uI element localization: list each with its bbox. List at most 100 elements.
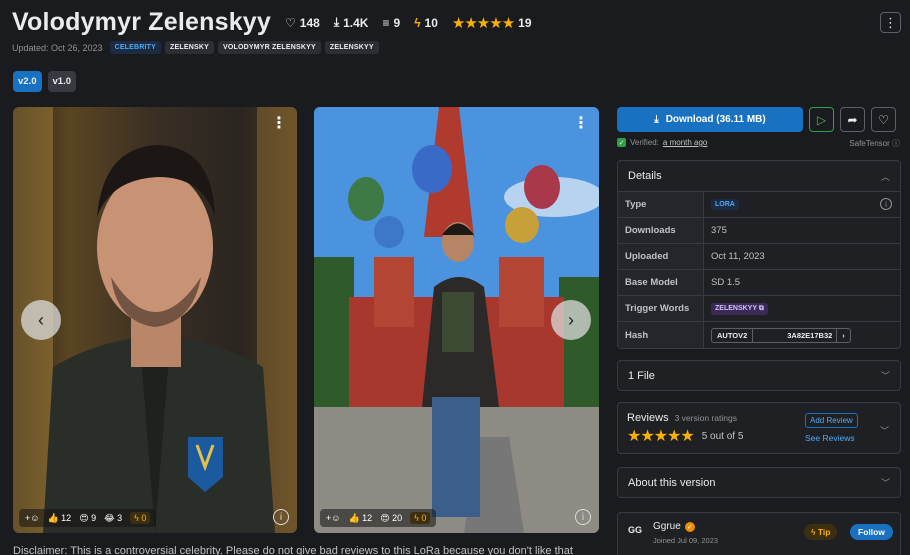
download-icon: ⤓ <box>333 15 340 29</box>
image-info-icon[interactable]: i <box>273 509 289 525</box>
detail-row-uploaded: Uploaded Oct 11, 2023 <box>618 244 900 270</box>
copy-icon: ⧉ <box>758 304 764 312</box>
likes-stat[interactable]: ♡ 148 <box>285 16 320 30</box>
chevron-up-icon: ︿ <box>880 171 890 182</box>
run-button[interactable]: ▷ <box>809 107 834 132</box>
more-menu-button[interactable]: ⋮ <box>880 12 901 33</box>
chevron-down-icon: ﹀ <box>880 371 890 381</box>
image-menu-icon[interactable]: ⋮ <box>271 113 287 133</box>
add-reaction-icon[interactable]: +☺ <box>326 513 340 523</box>
chevron-right-icon: › <box>568 309 574 330</box>
details-title: Details <box>628 170 662 182</box>
rating-stat[interactable]: ★★★★★ 19 <box>452 14 532 32</box>
info-icon[interactable]: i <box>880 198 892 210</box>
add-reaction-icon[interactable]: +☺ <box>25 513 39 523</box>
downloads-stat: ⤓ 1.4K <box>334 15 369 30</box>
help-icon[interactable]: ⓘ <box>892 139 900 148</box>
trigger-word-badge[interactable]: ZELENSKYY ⧉ <box>711 302 768 315</box>
likes-count: 148 <box>299 15 320 30</box>
detail-row-trigger-words: Trigger Words ZELENSKYY ⧉ <box>618 296 900 322</box>
heart-reaction[interactable]: 😍 20 <box>380 513 402 524</box>
image-info-icon[interactable]: i <box>575 509 591 525</box>
meta-row: Updated: Oct 26, 2023 CELEBRITY ZELENSKY… <box>12 41 379 54</box>
follow-button[interactable]: Follow <box>850 524 893 540</box>
chevron-right-icon[interactable]: › <box>836 328 850 342</box>
share-icon: ➦ <box>847 112 858 127</box>
tag-celebrity[interactable]: CELEBRITY <box>109 41 162 54</box>
buzz-reaction-count: 0 <box>421 513 427 523</box>
heart-icon: ♡ <box>285 15 296 30</box>
download-icon: ⤓ <box>654 114 659 125</box>
collections-count: 9 <box>393 15 401 30</box>
tag-zelenskyy[interactable]: ZELENSKYY <box>324 41 379 54</box>
trigger-word: ZELENSKYY <box>715 304 757 312</box>
rating-stars-icon: ★★★★★ <box>451 14 515 32</box>
rating-score: 5 out of 5 <box>701 430 744 442</box>
reviews-panel: Reviews 3 version ratings ★★★★★ 5 out of 5… <box>617 402 901 454</box>
type-badge: LORA <box>711 199 739 210</box>
thumbs-up-count: 12 <box>61 512 72 523</box>
share-button[interactable]: ➦ <box>840 107 865 132</box>
chevron-down-icon[interactable]: ﹀ <box>880 424 889 437</box>
download-label: Download (36.11 MB) <box>665 114 766 125</box>
detail-row-type: Type LORA i <box>618 192 900 218</box>
hash-box[interactable]: AUTOV2 3A82E17B32 › <box>711 327 851 343</box>
version-tab-v2[interactable]: v2.0 <box>13 71 42 92</box>
updated-date: Updated: Oct 26, 2023 <box>12 42 103 53</box>
files-accordion[interactable]: 1 File ﹀ <box>617 360 901 391</box>
see-reviews-link[interactable]: See Reviews <box>805 433 855 443</box>
hash-value[interactable]: 3A82E17B32 <box>753 329 836 342</box>
download-button[interactable]: ⤓ Download (36.11 MB) <box>617 107 803 132</box>
buzz-reaction[interactable]: ϟ 0 <box>410 512 431 524</box>
verified-badge-icon: ✓ <box>684 521 695 532</box>
detail-row-base-model: Base Model SD 1.5 <box>618 270 900 296</box>
laugh-reaction[interactable]: 😂 3 <box>104 513 122 524</box>
about-label: About this version <box>628 476 716 489</box>
tag-volodymyr-zelenskyy[interactable]: VOLODYMYR ZELENSKYY <box>218 41 321 54</box>
kebab-icon: ⋮ <box>884 14 897 30</box>
bolt-icon: ϟ <box>414 15 421 30</box>
reviews-count: 3 version ratings <box>674 413 737 423</box>
detail-key: Downloads <box>618 218 704 243</box>
version-tabs: v2.0 v1.0 <box>13 71 76 92</box>
details-header[interactable]: Details ︿ <box>618 161 900 192</box>
thumbs-up-reaction[interactable]: 👍 12 <box>348 513 372 524</box>
hash-algorithm[interactable]: AUTOV2 <box>712 328 754 342</box>
heart-reaction[interactable]: 😍 9 <box>79 513 96 524</box>
image-menu-icon[interactable]: ⋮ <box>573 113 589 133</box>
files-label: 1 File <box>628 369 655 382</box>
buzz-stat[interactable]: ϟ 10 <box>414 16 438 30</box>
heart-count: 20 <box>392 512 403 523</box>
detail-value: SD 1.5 <box>711 277 741 288</box>
file-format: SafeTensor ⓘ <box>849 138 900 149</box>
detail-row-downloads: Downloads 375 <box>618 218 900 244</box>
thumbs-up-count: 12 <box>362 512 373 523</box>
chevron-left-icon: ‹ <box>38 309 44 330</box>
detail-value: Oct 11, 2023 <box>711 251 765 262</box>
tip-label: Tip <box>817 527 831 537</box>
details-panel: Details ︿ Type LORA i Downloads 375 Uploa… <box>617 160 901 349</box>
buzz-reaction[interactable]: ϟ 0 <box>130 512 151 524</box>
rating-stars-icon: ★★★★★ <box>627 428 695 445</box>
about-accordion[interactable]: About this version ﹀ <box>617 467 901 498</box>
version-tab-v1[interactable]: v1.0 <box>47 71 76 92</box>
avatar[interactable]: GG <box>628 525 642 535</box>
gallery-prev-button[interactable]: ‹ <box>21 300 61 340</box>
tip-button[interactable]: ϟ Tip <box>804 524 838 540</box>
collections-stat[interactable]: ≡ 9 <box>382 16 400 30</box>
add-review-button[interactable]: Add Review <box>805 413 858 428</box>
gallery-next-button[interactable]: › <box>551 300 591 340</box>
heart-outline-icon: ♡ <box>878 112 889 127</box>
tag-zelensky[interactable]: ZELENSKY <box>165 41 214 54</box>
thumbs-up-reaction[interactable]: 👍 12 <box>47 513 71 524</box>
detail-key: Trigger Words <box>618 296 704 321</box>
creator-name[interactable]: Ggrue <box>653 521 681 532</box>
detail-key: Base Model <box>618 270 704 295</box>
rating-count: 19 <box>518 15 532 30</box>
detail-value: 375 <box>711 225 727 236</box>
detail-key: Type <box>618 192 704 217</box>
verified-time-link[interactable]: a month ago <box>663 138 707 147</box>
favorite-button[interactable]: ♡ <box>871 107 896 132</box>
model-title: Volodymyr Zelenskyy <box>12 8 272 36</box>
play-icon: ▷ <box>816 112 827 127</box>
